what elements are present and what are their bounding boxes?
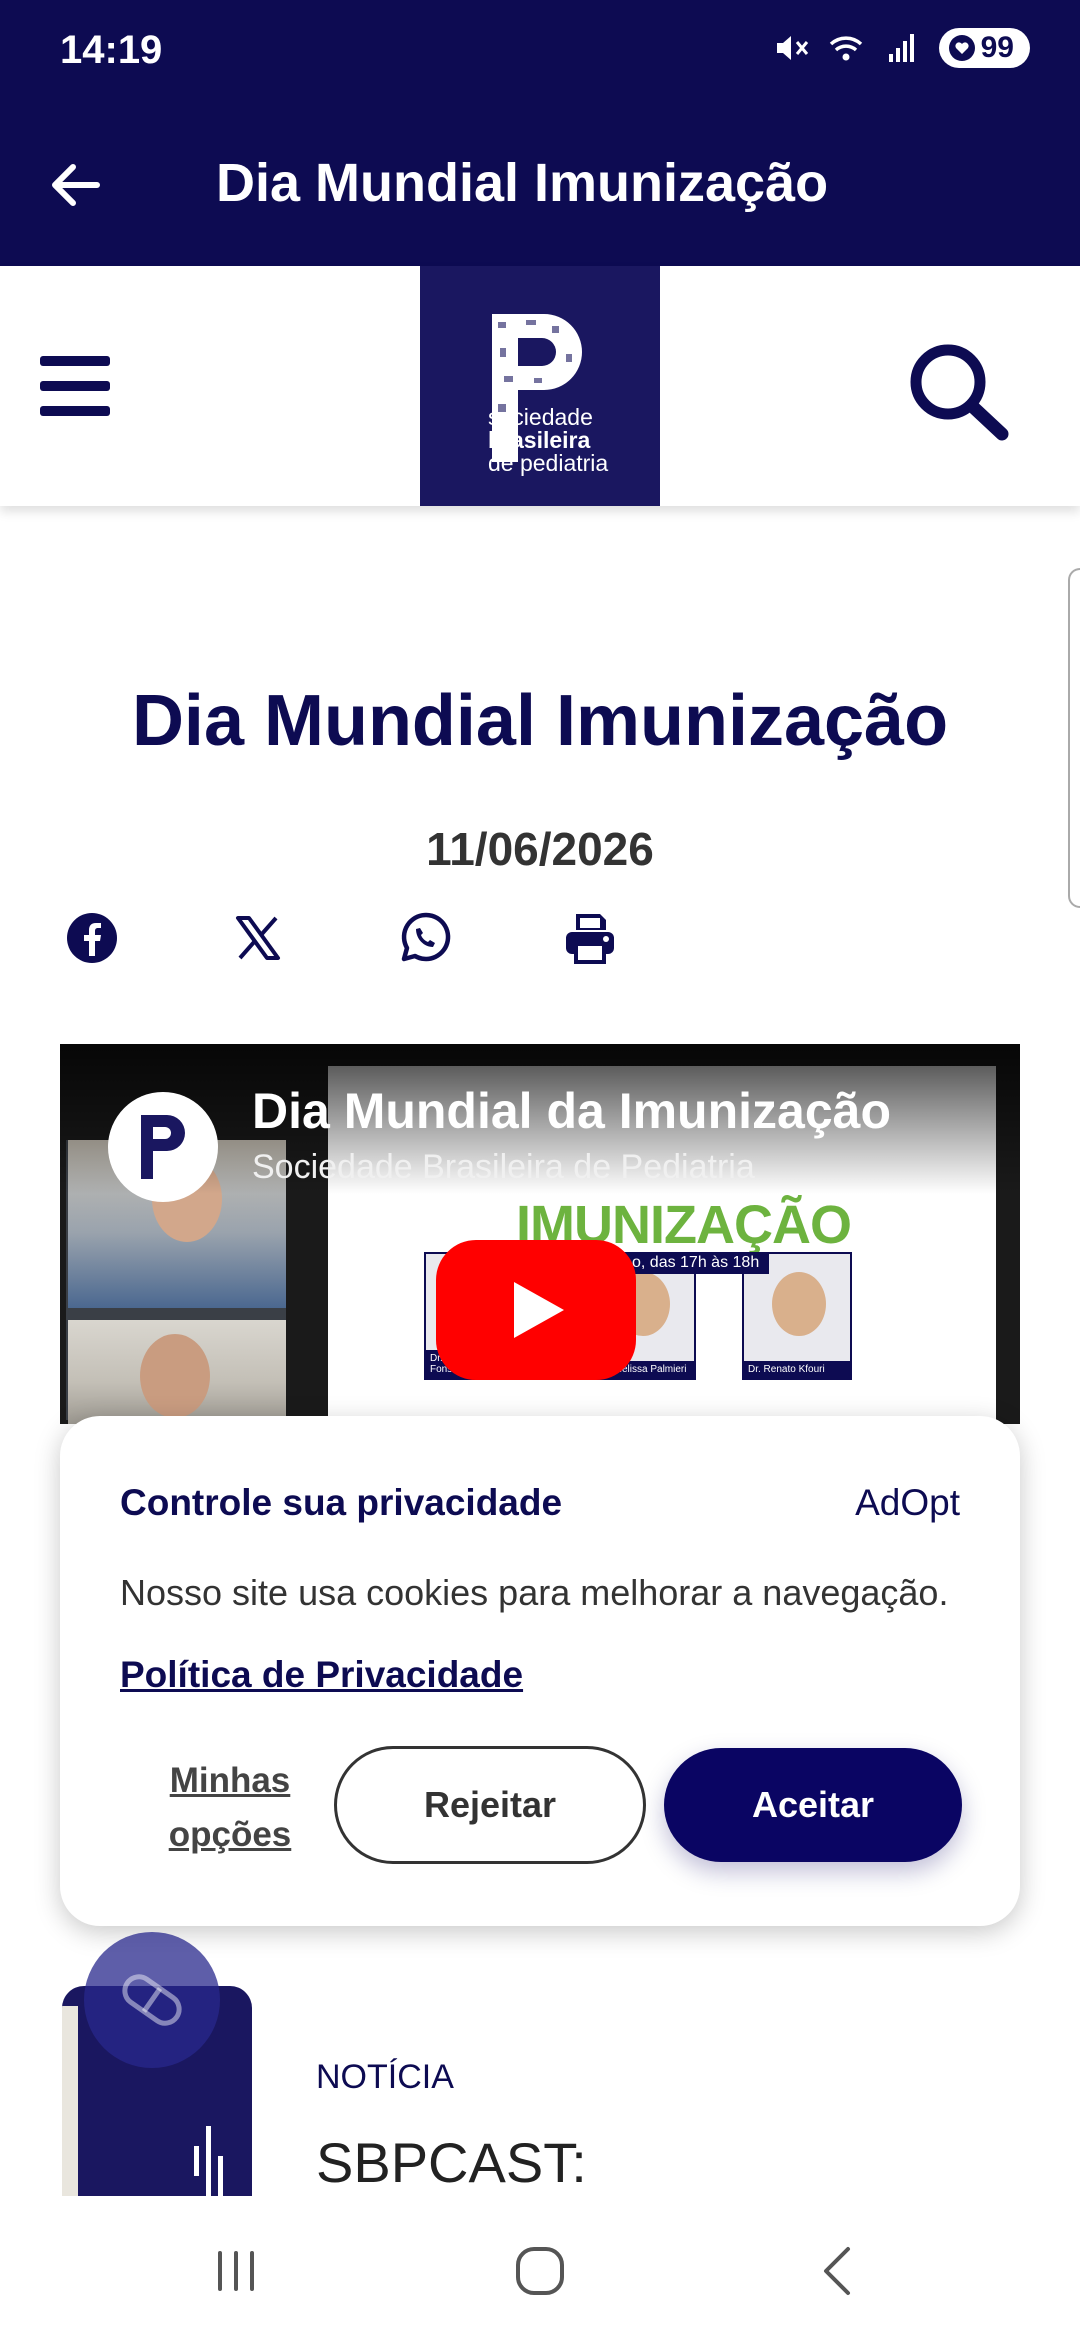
home-icon — [516, 2247, 564, 2295]
article-title: Dia Mundial Imunização — [131, 681, 949, 761]
cookie-title: Controle sua privacidade — [120, 1482, 563, 1523]
hamburger-line — [40, 381, 110, 391]
arrow-left-icon — [52, 164, 100, 206]
hamburger-line — [40, 356, 110, 366]
speaker-3-photo — [772, 1272, 826, 1336]
search-icon[interactable] — [900, 336, 1020, 446]
sbp-avatar-icon — [141, 1115, 185, 1179]
status-time: 14:19 — [60, 28, 163, 72]
site-header: sociedade brasileira de pediatria — [0, 266, 1080, 506]
share-x-button[interactable] — [230, 910, 396, 980]
accept-button[interactable]: Aceitar — [664, 1748, 962, 1862]
hamburger-line — [40, 406, 110, 416]
logo-text: sociedade brasileira de pediatria — [488, 406, 608, 475]
signal-icon — [888, 34, 914, 62]
privacy-policy-link[interactable]: Política de Privacidade — [120, 1654, 523, 1696]
battery-icon: 99 — [938, 28, 1030, 68]
status-icons: 99 — [771, 28, 1030, 68]
share-facebook-button[interactable] — [64, 910, 230, 980]
x-icon — [236, 916, 280, 960]
cookie-message: Nosso site usa cookies para melhorar a n… — [120, 1572, 949, 1613]
menu-button[interactable] — [40, 356, 110, 416]
back-nav-button[interactable] — [800, 2236, 880, 2306]
reject-button[interactable]: Rejeitar — [334, 1746, 646, 1864]
print-icon — [566, 914, 614, 964]
participant-2-head — [140, 1334, 210, 1418]
pill-icon — [122, 1974, 182, 2026]
news-category: NOTÍCIA — [316, 2058, 454, 2096]
article-date: 11/06/2026 — [426, 823, 654, 875]
play-icon[interactable] — [436, 1240, 636, 1380]
logo-line-1: sociedade — [488, 404, 593, 430]
app-bar-title: Dia Mundial Imunização — [216, 153, 829, 213]
video-slide-subheading: o, das 17h às 18h — [622, 1252, 770, 1274]
battery-level: 99 — [980, 31, 1014, 64]
share-row — [64, 910, 728, 980]
whatsapp-icon — [401, 912, 451, 962]
recent-apps-icon — [218, 2251, 254, 2291]
cookie-consent-dialog: Controle sua privacidade AdOpt Nosso sit… — [60, 1416, 1020, 1926]
video-channel[interactable]: Sociedade Brasileira de Pediatria — [252, 1148, 755, 1187]
logo-line-2: brasileira — [488, 427, 591, 453]
system-nav-bar — [0, 2196, 1080, 2340]
status-bar: 14:19 99 — [0, 0, 1080, 100]
back-nav-icon — [824, 2247, 850, 2295]
share-print-button[interactable] — [562, 910, 728, 980]
speaker-3-name: Dr. Renato Kfouri — [744, 1361, 850, 1378]
wifi-icon — [829, 36, 862, 61]
home-button[interactable] — [500, 2236, 580, 2306]
mute-icon — [776, 36, 808, 60]
logo-line-3: de pediatria — [488, 450, 609, 476]
video-player[interactable]: Dr. Eduardo Jorge Fonseca Dra. Melissa P… — [60, 1044, 1020, 1424]
news-title[interactable]: SBPCAST: — [316, 2130, 587, 2195]
app-bar: Dia Mundial Imunização — [0, 100, 1080, 266]
thumbnail-edge — [62, 2006, 78, 2196]
sound-wave-icon — [194, 2126, 223, 2196]
recent-apps-button[interactable] — [196, 2236, 276, 2306]
channel-avatar[interactable] — [108, 1092, 218, 1202]
cookie-brand[interactable]: AdOpt — [855, 1482, 960, 1524]
battery-shield-icon — [948, 35, 975, 61]
video-title[interactable]: Dia Mundial da Imunização — [252, 1082, 891, 1140]
sbp-logo[interactable]: sociedade brasileira de pediatria — [420, 266, 660, 506]
share-whatsapp-button[interactable] — [396, 910, 562, 980]
facebook-icon — [67, 913, 117, 963]
accessibility-fab[interactable] — [84, 1932, 220, 2068]
my-options-link[interactable]: Minhas opções — [160, 1754, 300, 1862]
back-button[interactable] — [40, 150, 110, 220]
